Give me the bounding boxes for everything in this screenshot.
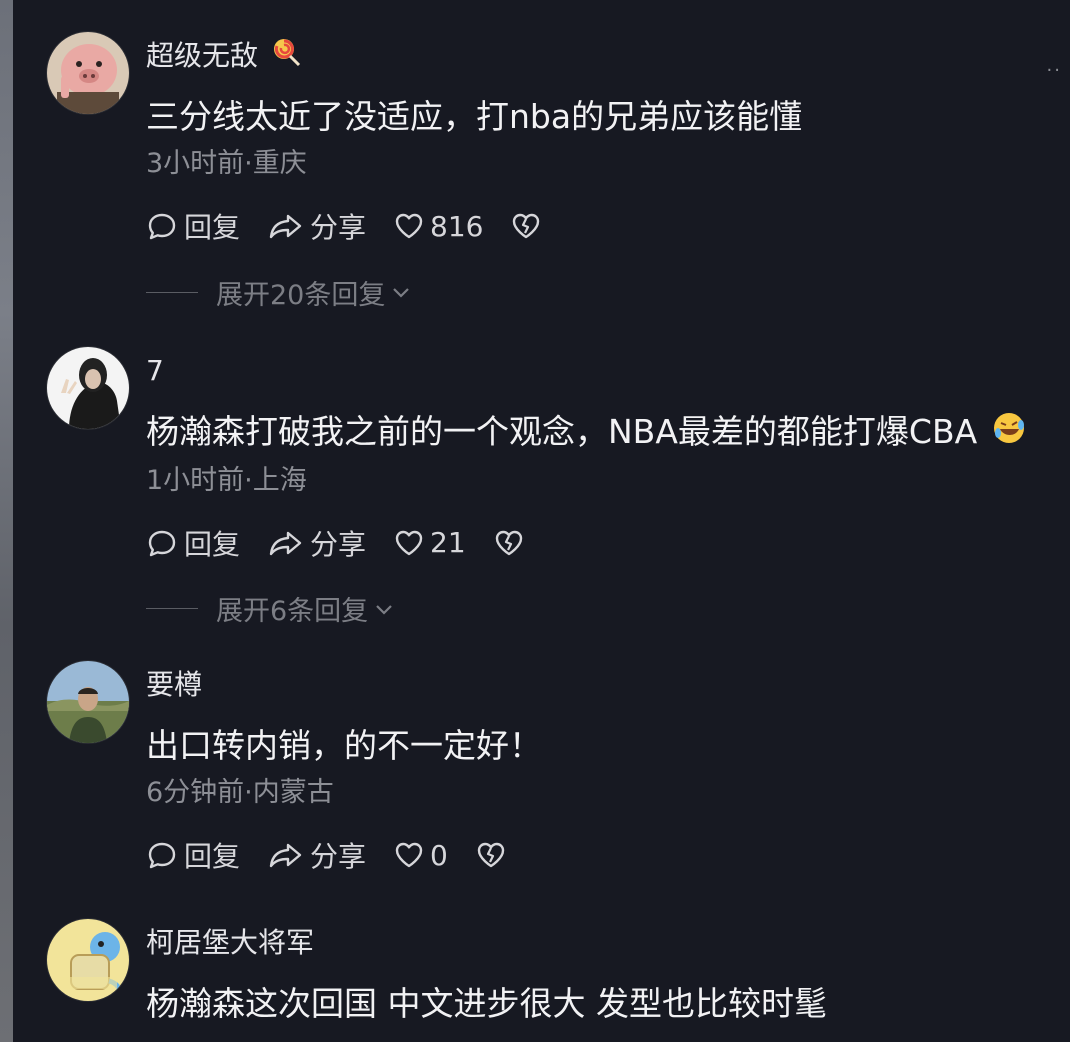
reply-button[interactable]: 回复 [146, 523, 240, 563]
comment-meta: 3小时前·重庆 [146, 148, 307, 179]
like-count: 816 [430, 209, 484, 243]
more-options-icon[interactable]: ·· [1047, 60, 1062, 81]
comment-meta: 6分钟前·内蒙古 [146, 777, 334, 808]
comment-text: 出口转内销，的不一定好！ [146, 726, 542, 765]
expand-replies-button[interactable]: 展开20条回复 [146, 272, 1036, 312]
rofl-emoji-icon [992, 409, 1026, 459]
dislike-button[interactable] [476, 840, 512, 870]
share-button[interactable]: 分享 [268, 206, 366, 246]
username[interactable]: 超级无敌 [146, 36, 1036, 76]
broken-heart-icon [477, 842, 505, 868]
comment-text: 杨瀚森打破我之前的一个观念，NBA最差的都能打爆CBA [146, 407, 1036, 459]
lollipop-icon [271, 37, 301, 78]
username[interactable]: 7 [146, 351, 1036, 391]
dislike-button[interactable] [511, 211, 547, 241]
username[interactable]: 柯居堡大将军 [146, 923, 1036, 963]
comment-text: 杨瀚森这次回国 中文进步很大 发型也比较时髦 [146, 984, 827, 1023]
divider [146, 291, 198, 293]
share-button[interactable]: 分享 [268, 523, 366, 563]
like-button[interactable]: 816 [394, 210, 483, 243]
reply-button[interactable]: 回复 [146, 206, 240, 246]
avatar[interactable] [46, 660, 130, 744]
share-arrow-icon [269, 843, 302, 868]
comment-text: 三分线太近了没适应，打nba的兄弟应该能懂 [146, 97, 803, 136]
broken-heart-icon [513, 213, 540, 239]
heart-icon [395, 842, 423, 868]
avatar[interactable] [46, 918, 130, 1002]
share-arrow-icon [269, 214, 302, 239]
heart-icon [395, 530, 423, 555]
share-button[interactable]: 分享 [268, 835, 366, 875]
share-arrow-icon [269, 531, 302, 555]
like-count: 21 [430, 526, 466, 559]
like-button[interactable]: 0 [394, 839, 448, 872]
username[interactable]: 要樽 [146, 665, 1036, 705]
avatar[interactable] [46, 31, 130, 115]
comment-bubble-icon [148, 842, 176, 869]
comment-bubble-icon [148, 530, 176, 556]
chevron-down-icon [376, 604, 392, 615]
avatar[interactable] [46, 346, 130, 430]
divider [146, 608, 198, 609]
reply-button[interactable]: 回复 [146, 835, 240, 875]
heart-icon [395, 213, 423, 239]
chevron-down-icon [393, 288, 410, 298]
comment-bubble-icon [148, 213, 176, 240]
broken-heart-icon [495, 530, 522, 555]
expand-replies-button[interactable]: 展开6条回复 [146, 589, 1036, 629]
comment-meta: 1小时前·上海 [146, 464, 307, 496]
dislike-button[interactable] [494, 528, 530, 558]
like-count: 0 [430, 838, 448, 872]
background-window-edge [0, 0, 13, 1042]
like-button[interactable]: 21 [394, 526, 466, 559]
